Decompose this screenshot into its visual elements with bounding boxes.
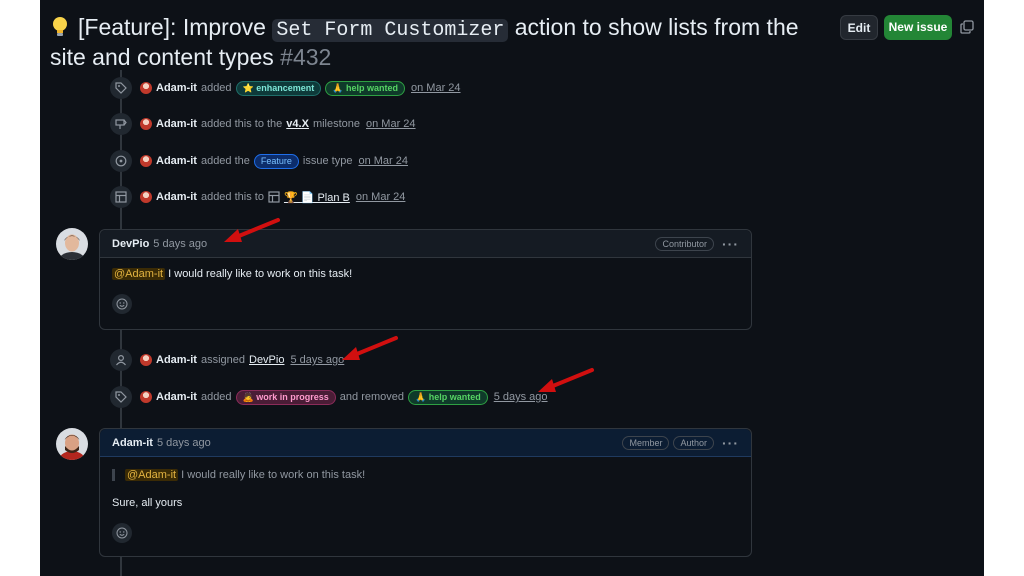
issue-title: [Feature]: Improve Set Form Customizer a…: [50, 14, 820, 70]
project-table-icon: [110, 186, 132, 208]
timeline-event-project: Adam-it added this to 🏆 📄 Plan B on Mar …: [110, 186, 405, 208]
quote-message: I would really like to work on this task…: [178, 469, 366, 481]
label-help-wanted[interactable]: 🙏 help wanted: [408, 389, 488, 405]
issue-page: [Feature]: Improve Set Form Customizer a…: [40, 0, 984, 576]
avatar[interactable]: [140, 354, 152, 366]
event-text: issue type: [302, 155, 353, 167]
comment-card: DevPio 5 days ago Contributor ··· @Adam-…: [99, 229, 752, 330]
event-text: milestone: [312, 118, 361, 130]
label-work-in-progress[interactable]: 🙇 work in progress: [235, 389, 336, 405]
avatar[interactable]: [140, 155, 152, 167]
event-text: added: [200, 391, 232, 403]
smiley-icon[interactable]: [112, 523, 132, 543]
timeline-event-milestone: Adam-it added this to the v4.X milestone…: [110, 113, 416, 135]
event-date[interactable]: on Mar 24: [356, 191, 406, 203]
event-actor[interactable]: Adam-it: [156, 391, 197, 403]
comment-header: DevPio 5 days ago Contributor ···: [100, 230, 751, 258]
role-badge: Contributor: [655, 236, 714, 251]
lightbulb-icon: [53, 17, 67, 36]
project-link[interactable]: 🏆 📄 Plan B: [284, 191, 350, 204]
label-help-wanted[interactable]: 🙏 help wanted: [325, 80, 405, 96]
event-text: added this to the: [200, 118, 283, 130]
issue-number: #432: [280, 44, 332, 70]
avatar[interactable]: [56, 428, 88, 460]
annotation-arrow: [342, 336, 398, 360]
kebab-icon[interactable]: ···: [722, 435, 739, 451]
comment-message: I would really like to work on this task…: [165, 268, 353, 280]
event-actor[interactable]: Adam-it: [156, 191, 197, 203]
milestone-link[interactable]: v4.X: [286, 118, 309, 130]
comment-card: Adam-it 5 days ago Member Author ··· @Ad…: [99, 428, 752, 557]
event-actor[interactable]: Adam-it: [156, 118, 197, 130]
new-issue-button[interactable]: New issue: [884, 15, 952, 40]
title-prefix: [Feature]: Improve: [78, 14, 273, 40]
timeline-event-labels-changed: Adam-it added 🙇 work in progress and rem…: [110, 386, 548, 408]
avatar[interactable]: [56, 228, 88, 260]
title-code: Set Form Customizer: [272, 19, 509, 42]
comment-header: Adam-it 5 days ago Member Author ···: [100, 429, 751, 457]
user-mention[interactable]: @Adam-it: [112, 268, 166, 280]
tag-icon: [110, 386, 132, 408]
annotation-arrow: [224, 218, 280, 242]
role-badge: Author: [673, 435, 714, 450]
event-actor[interactable]: Adam-it: [156, 354, 197, 366]
tag-icon: [110, 77, 132, 99]
issue-type-icon: [110, 150, 132, 172]
event-text: added this to: [200, 191, 264, 203]
quoted-text: @Adam-it I would really like to work on …: [112, 469, 739, 481]
copy-icon[interactable]: [960, 20, 974, 34]
event-text: added the: [200, 155, 250, 167]
event-date[interactable]: on Mar 24: [358, 155, 408, 167]
event-date[interactable]: on Mar 24: [411, 82, 461, 94]
event-text: added: [200, 82, 232, 94]
role-badge: Member: [622, 435, 670, 450]
event-text: assigned: [200, 354, 245, 366]
comment-body: @Adam-it I would really like to work on …: [100, 457, 751, 553]
user-mention[interactable]: @Adam-it: [125, 469, 179, 481]
event-text: and removed: [339, 391, 404, 403]
timeline-rail: [120, 557, 122, 576]
event-date[interactable]: on Mar 24: [366, 118, 416, 130]
assignee-link[interactable]: DevPio: [249, 354, 284, 366]
timeline-rail: [120, 330, 122, 428]
event-actor[interactable]: Adam-it: [156, 82, 197, 94]
timeline-event-assigned: Adam-it assigned DevPio 5 days ago: [110, 349, 344, 371]
comment-text: @Adam-it I would really like to work on …: [112, 268, 739, 280]
avatar[interactable]: [140, 191, 152, 203]
timeline-event-labels: Adam-it added ⭐ enhancement 🙏 help wante…: [110, 77, 461, 99]
label-enhancement[interactable]: ⭐ enhancement: [235, 80, 322, 96]
avatar[interactable]: [140, 118, 152, 130]
comment-author[interactable]: Adam-it: [112, 437, 153, 449]
annotation-arrow: [538, 368, 594, 392]
project-table-icon: [268, 191, 280, 203]
avatar[interactable]: [140, 391, 152, 403]
smiley-icon[interactable]: [112, 294, 132, 314]
event-actor[interactable]: Adam-it: [156, 155, 197, 167]
comment-author[interactable]: DevPio: [112, 238, 149, 250]
comment-body: @Adam-it I would really like to work on …: [100, 258, 751, 324]
edit-button[interactable]: Edit: [840, 15, 878, 40]
event-date[interactable]: 5 days ago: [290, 354, 344, 366]
avatar[interactable]: [140, 82, 152, 94]
comment-timestamp[interactable]: 5 days ago: [157, 437, 211, 449]
kebab-icon[interactable]: ···: [722, 236, 739, 252]
issue-type-label[interactable]: Feature: [253, 153, 299, 169]
milestone-icon: [110, 113, 132, 135]
person-icon: [110, 349, 132, 371]
comment-timestamp[interactable]: 5 days ago: [153, 238, 207, 250]
timeline-event-issue-type: Adam-it added the Feature issue type on …: [110, 150, 408, 172]
comment-text: Sure, all yours: [112, 497, 183, 509]
